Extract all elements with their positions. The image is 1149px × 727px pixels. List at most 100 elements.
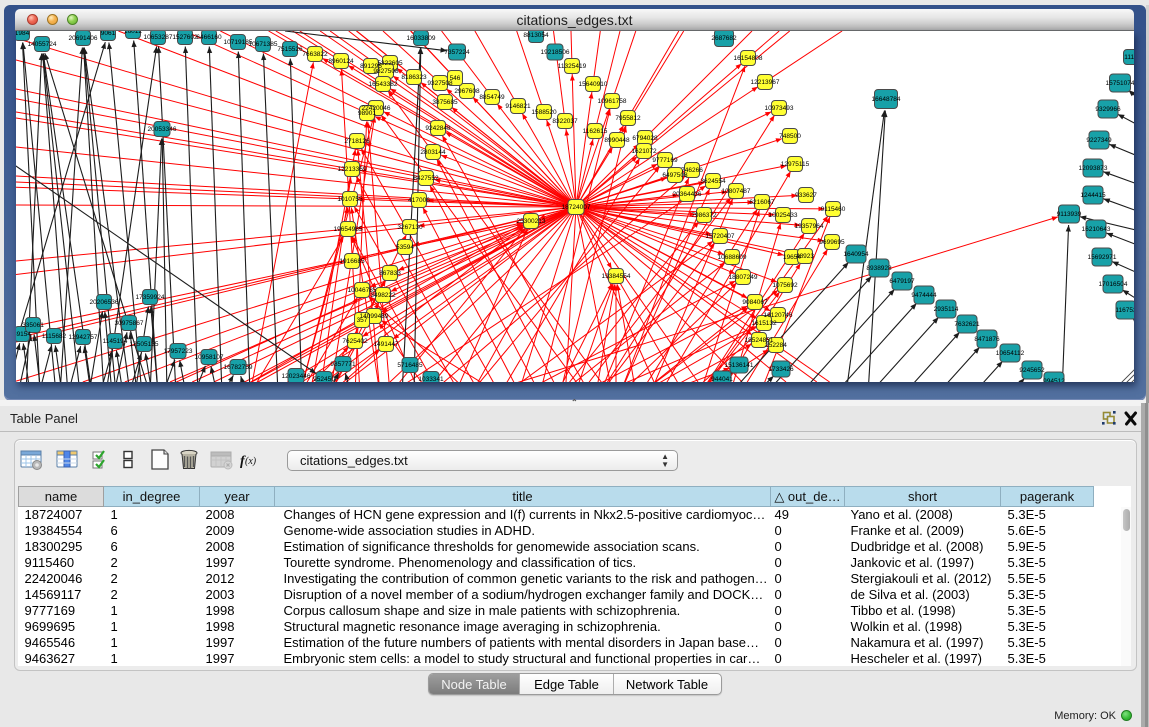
svg-text:12505135: 12505135	[130, 341, 159, 348]
svg-text:7515526: 7515526	[277, 46, 303, 53]
svg-text:16782759: 16782759	[224, 364, 253, 371]
svg-text:933627: 933627	[795, 192, 817, 199]
svg-text:(x): (x)	[245, 456, 257, 467]
svg-text:116753: 116753	[1115, 307, 1134, 314]
svg-text:98901: 98901	[358, 110, 376, 117]
svg-text:10671385: 10671385	[249, 41, 278, 48]
svg-text:9857771: 9857771	[330, 361, 356, 368]
svg-text:39154: 39154	[16, 331, 31, 338]
svg-text:8427552: 8427552	[413, 175, 439, 182]
svg-text:5716485: 5716485	[397, 362, 423, 369]
svg-text:12213967: 12213967	[751, 79, 780, 86]
svg-text:357: 357	[357, 317, 368, 324]
svg-text:30975867: 30975867	[115, 320, 144, 327]
svg-text:1112: 1112	[1124, 54, 1134, 61]
svg-text:9329966: 9329966	[1095, 106, 1121, 113]
svg-text:9242848: 9242848	[425, 125, 451, 132]
svg-text:8813054: 8813054	[523, 32, 549, 39]
svg-text:9084067: 9084067	[742, 299, 768, 306]
svg-text:9777169: 9777169	[652, 157, 678, 164]
svg-text:9827508: 9827508	[373, 68, 399, 75]
svg-text:1916685: 1916685	[339, 258, 365, 265]
svg-text:1615132: 1615132	[751, 320, 777, 327]
svg-text:10025433: 10025433	[769, 212, 798, 219]
svg-text:20053346: 20053346	[148, 126, 177, 133]
svg-text:7663822: 7663822	[302, 51, 328, 58]
svg-text:1588520: 1588520	[531, 109, 557, 116]
svg-text:14055724: 14055724	[28, 41, 57, 48]
svg-text:748500: 748500	[779, 133, 801, 140]
svg-text:1244415: 1244415	[1080, 192, 1106, 199]
svg-text:1527602: 1527602	[172, 34, 198, 41]
svg-text:16154808: 16154808	[734, 55, 763, 62]
svg-text:16648784: 16648784	[872, 96, 901, 103]
svg-text:2718126: 2718126	[344, 138, 370, 145]
svg-text:1491447: 1491447	[373, 341, 399, 348]
svg-text:10807487: 10807487	[722, 188, 751, 195]
svg-text:19357964: 19357964	[795, 223, 824, 230]
svg-text:15751074: 15751074	[1106, 80, 1134, 87]
svg-text:8322037: 8322037	[552, 118, 578, 125]
svg-text:6794028: 6794028	[632, 135, 658, 142]
svg-text:16120746: 16120746	[764, 312, 793, 319]
svg-text:20206536: 20206536	[90, 299, 119, 306]
svg-text:1984: 1984	[16, 31, 30, 37]
svg-text:9061: 9061	[101, 31, 116, 37]
svg-text:2803144: 2803144	[420, 149, 446, 156]
svg-text:12023446: 12023446	[282, 373, 311, 380]
svg-text:10973493: 10973493	[765, 105, 794, 112]
svg-text:12213369: 12213369	[338, 166, 367, 173]
svg-text:7632621: 7632621	[954, 321, 980, 328]
svg-text:2967608: 2967608	[454, 88, 480, 95]
svg-text:9113939: 9113939	[1057, 211, 1082, 218]
svg-text:1010755: 1010755	[337, 196, 363, 203]
svg-text:1621072: 1621072	[631, 148, 657, 155]
svg-text:8990448: 8990448	[604, 137, 630, 144]
svg-text:3498222: 3498222	[370, 292, 396, 299]
svg-text:335061: 335061	[22, 322, 44, 329]
svg-text:252284: 252284	[765, 342, 787, 349]
svg-text:6466160: 6466160	[196, 34, 222, 41]
svg-text:746266: 746266	[681, 167, 703, 174]
svg-text:53594: 53594	[396, 244, 414, 251]
svg-text:1075692: 1075692	[772, 282, 798, 289]
svg-text:8938928: 8938928	[866, 265, 892, 272]
svg-text:48923: 48923	[796, 253, 814, 260]
svg-text:16543382: 16543382	[369, 81, 398, 88]
svg-text:16012: 16012	[124, 31, 142, 35]
svg-text:3875685: 3875685	[432, 99, 458, 106]
svg-text:6216067: 6216067	[749, 199, 775, 206]
svg-text:18724007: 18724007	[562, 204, 591, 211]
svg-text:7357224: 7357224	[444, 49, 470, 56]
svg-text:12942757: 12942757	[69, 334, 98, 341]
svg-text:3267130: 3267130	[397, 224, 423, 231]
svg-text:1115682: 1115682	[42, 333, 67, 340]
svg-text:7625402: 7625402	[342, 338, 368, 345]
svg-text:2935114: 2935114	[934, 306, 959, 313]
svg-text:17016504: 17016504	[1099, 281, 1128, 288]
svg-text:9227349: 9227349	[1086, 137, 1112, 144]
svg-text:9327508: 9327508	[427, 80, 453, 87]
svg-text:10961758: 10961758	[598, 98, 627, 105]
svg-text:994512: 994512	[1043, 378, 1065, 382]
svg-text:19654985: 19654985	[334, 226, 363, 233]
svg-text:9474444: 9474444	[911, 292, 937, 299]
svg-text:7986372: 7986372	[691, 212, 717, 219]
svg-text:952450: 952450	[313, 376, 335, 382]
svg-text:1145194: 1145194	[103, 338, 128, 345]
svg-text:11325419: 11325419	[558, 63, 587, 70]
svg-text:7955812: 7955812	[615, 115, 641, 122]
svg-text:8854749: 8854749	[479, 94, 505, 101]
svg-text:10654112: 10654112	[996, 350, 1025, 357]
svg-text:6479197: 6479197	[889, 278, 915, 285]
svg-text:16210643: 16210643	[1082, 226, 1111, 233]
svg-text:1162615: 1162615	[583, 128, 608, 135]
svg-text:10958107: 10958107	[195, 354, 224, 361]
svg-text:417006: 417006	[408, 197, 430, 204]
svg-text:1733426: 1733426	[768, 366, 794, 373]
svg-text:2687682: 2687682	[711, 35, 737, 42]
svg-text:20364436: 20364436	[673, 191, 702, 198]
svg-text:19384554: 19384554	[602, 273, 631, 280]
svg-text:1033341: 1033341	[418, 376, 444, 382]
svg-text:15720407: 15720407	[706, 233, 735, 240]
